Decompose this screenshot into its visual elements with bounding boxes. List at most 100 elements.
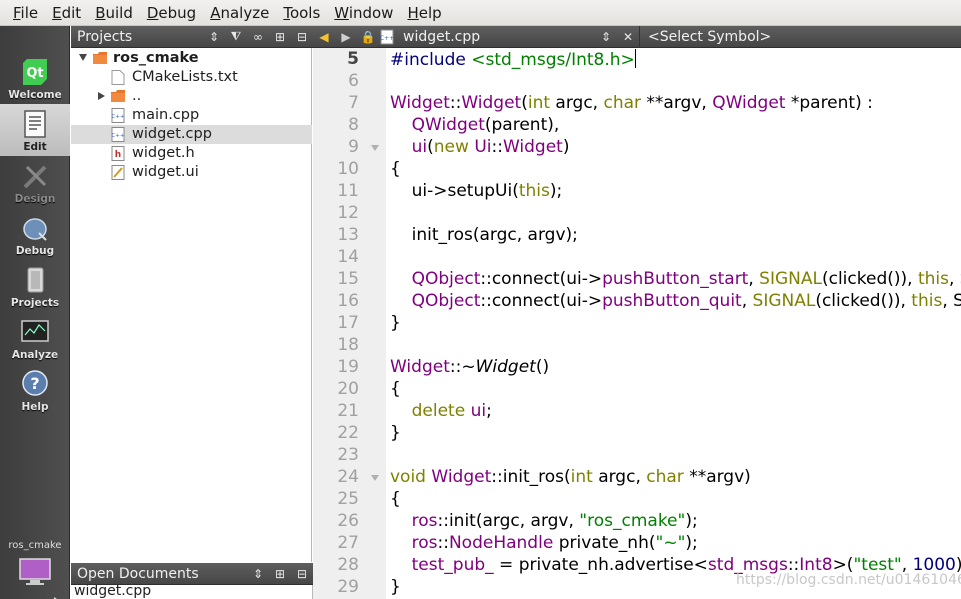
qt-logo-icon: Qt (23, 59, 47, 85)
fold-marker-icon[interactable] (371, 475, 379, 481)
menu-label: ebug (158, 3, 197, 22)
kit-monitor-icon[interactable] (18, 557, 52, 587)
menu-item[interactable]: Analyze (203, 1, 276, 25)
tree-item-label: widget.cpp (132, 126, 212, 142)
code-line: Widget::~Widget() (390, 357, 549, 377)
filter-icon[interactable]: ⧨ (225, 26, 247, 48)
text-cursor (634, 49, 636, 68)
close-panel-icon[interactable]: ⊟ (291, 563, 313, 585)
code-token: , (748, 269, 760, 289)
code-token: () (535, 357, 550, 377)
link-editor-icon[interactable]: ∞ (247, 26, 269, 48)
code-token: Widget (475, 357, 536, 377)
line-number: 15 (337, 269, 359, 289)
code-line: { (390, 379, 401, 399)
code-line: ros::init(argc, argv, "ros_cmake"); (390, 511, 698, 531)
menu-item[interactable]: File (6, 1, 45, 25)
menu-item[interactable]: Edit (45, 1, 88, 25)
edit-document-icon (24, 110, 46, 138)
code-token: test_pub_ (411, 555, 494, 575)
line-number: 11 (337, 181, 359, 201)
close-panel-icon[interactable]: ⊟ (291, 26, 313, 48)
code-token: "~" (655, 533, 686, 553)
tree-item[interactable]: C++ widget.cpp (71, 125, 312, 144)
line-number: 6 (348, 71, 359, 91)
mode-help[interactable]: ? Help (0, 364, 70, 416)
watermark: https://blog.csdn.net/u014610460 (736, 572, 961, 588)
menu-mnemonic: A (210, 3, 221, 22)
file-dropdown-icon[interactable]: ⇕ (595, 26, 617, 48)
folder-icon (111, 89, 125, 104)
code-token: ros (411, 511, 438, 531)
code-token: ) (562, 137, 570, 157)
code-line: ui->setupUi(this); (390, 181, 563, 201)
tree-item[interactable]: C++ main.cpp (71, 106, 312, 125)
tree-item[interactable]: widget.ui (71, 163, 312, 182)
code-token: ui (411, 137, 428, 157)
open-documents-title[interactable]: Open Documents (71, 566, 247, 582)
menu-mnemonic: H (407, 3, 419, 22)
menu-item[interactable]: Debug (140, 1, 203, 25)
tree-item[interactable]: ros_cmake (71, 49, 312, 68)
code-token: ui (470, 401, 487, 421)
symbol-selector[interactable]: <Select Symbol> (639, 25, 771, 48)
code-token: } (390, 423, 401, 443)
open-document-item[interactable]: widget.cpp (74, 585, 151, 599)
split-icon[interactable]: ⊞ (269, 563, 291, 585)
mode-sidebar: Qt Welcome Edit Design Debug Projects An… (0, 26, 70, 599)
code-line: } (390, 423, 401, 443)
code-token: <std_msgs/Int8.h> (471, 50, 635, 70)
mode-welcome[interactable]: Qt Welcome (0, 52, 70, 104)
panel-dropdown-icon[interactable]: ⇕ (203, 26, 225, 48)
menu-item[interactable]: Help (400, 1, 448, 25)
code-token: Widget (461, 93, 522, 113)
tree-item[interactable]: .. (71, 87, 312, 106)
file-tab[interactable]: widget.cpp (395, 29, 595, 45)
line-number: 5 (347, 49, 359, 69)
code-token: ::init(argc, argv, (437, 511, 580, 531)
close-file-icon[interactable]: ✕ (617, 26, 639, 48)
menu-item[interactable]: Tools (276, 1, 327, 25)
fold-marker-icon[interactable] (371, 145, 379, 151)
menu-label: elp (418, 3, 442, 22)
mode-design[interactable]: Design (0, 156, 70, 208)
forward-arrow-icon[interactable]: ▶ (335, 26, 357, 48)
menu-item[interactable]: Window (327, 1, 400, 25)
line-number: 13 (337, 225, 359, 245)
svg-text:C++: C++ (111, 133, 124, 139)
line-number: 26 (337, 511, 359, 531)
code-line: { (390, 489, 401, 509)
tree-item-label: .. (132, 88, 142, 104)
back-arrow-icon[interactable]: ◀ (313, 26, 335, 48)
mode-projects[interactable]: Projects (0, 260, 70, 312)
mode-debug[interactable]: Debug (0, 208, 70, 260)
line-number: 21 (337, 401, 359, 421)
code-token: QObject (411, 291, 481, 311)
projects-panel-title[interactable]: Projects (71, 29, 203, 45)
mode-analyze[interactable]: Analyze (0, 312, 70, 364)
code-token: { (390, 489, 401, 509)
expand-arrow-icon[interactable] (79, 54, 87, 61)
code-token: Widget (502, 137, 563, 157)
collapse-arrow-icon[interactable] (98, 92, 105, 100)
panel-dropdown-icon[interactable]: ⇕ (247, 563, 269, 585)
svg-text:h: h (115, 150, 121, 160)
menu-item[interactable]: Build (88, 1, 140, 25)
svg-text:Qt: Qt (26, 66, 43, 81)
tree-item[interactable]: CMakeLists.txt (71, 68, 312, 87)
header-file-icon: h (111, 146, 125, 161)
code-token: **argv, (641, 93, 713, 113)
code-token: ::~ (449, 357, 476, 377)
mode-edit[interactable]: Edit (0, 104, 70, 156)
mode-analyze-label: Analyze (11, 349, 59, 361)
line-number: 27 (337, 533, 359, 553)
mode-design-label: Design (14, 193, 56, 205)
split-icon[interactable]: ⊞ (269, 26, 291, 48)
kit-selector-label[interactable]: ros_cmake (0, 540, 70, 551)
menu-mnemonic: E (52, 3, 62, 22)
tree-item[interactable]: h widget.h (71, 144, 312, 163)
code-token: } (390, 577, 401, 597)
line-number: 9 (348, 137, 359, 157)
